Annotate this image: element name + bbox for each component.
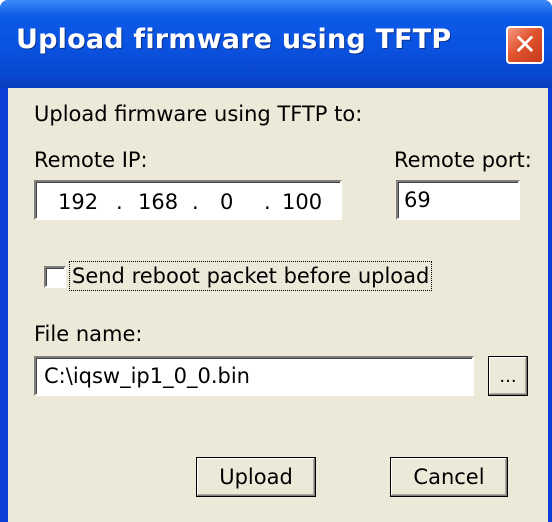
reboot-checkbox-label[interactable]: Send reboot packet before upload [68,261,433,291]
ip-octet-3[interactable]: 0 [220,190,233,214]
cancel-button[interactable]: Cancel [390,457,508,497]
remote-ip-label: Remote IP: [34,148,148,172]
file-name-label: File name: [34,322,143,346]
reboot-checkbox[interactable] [44,266,66,288]
remote-ip-input[interactable]: 192 . 168 . 0 . 100 [34,180,342,220]
ip-separator: . [192,190,199,214]
dialog-heading: Upload firmware using TFTP to: [34,102,363,126]
close-icon: ✕ [513,28,537,61]
file-name-input[interactable]: C:\iqsw_ip1_0_0.bin [34,356,474,396]
remote-port-input[interactable]: 69 [396,180,520,220]
upload-button[interactable]: Upload [196,457,316,497]
remote-port-label: Remote port: [394,148,532,172]
browse-button[interactable]: ... [488,356,528,396]
ip-separator: . [116,190,123,214]
tftp-upload-dialog: Upload firmware using TFTP ✕ Upload firm… [0,0,552,522]
ip-octet-2[interactable]: 168 [138,190,178,214]
ip-octet-1[interactable]: 192 [58,190,98,214]
ip-octet-4[interactable]: 100 [282,190,322,214]
close-button[interactable]: ✕ [506,26,544,64]
ip-separator: . [264,190,271,214]
title-bar[interactable]: Upload firmware using TFTP ✕ [0,0,552,88]
window-title: Upload firmware using TFTP [16,24,452,55]
file-name-value: C:\iqsw_ip1_0_0.bin [44,364,250,388]
remote-port-value: 69 [404,188,431,212]
